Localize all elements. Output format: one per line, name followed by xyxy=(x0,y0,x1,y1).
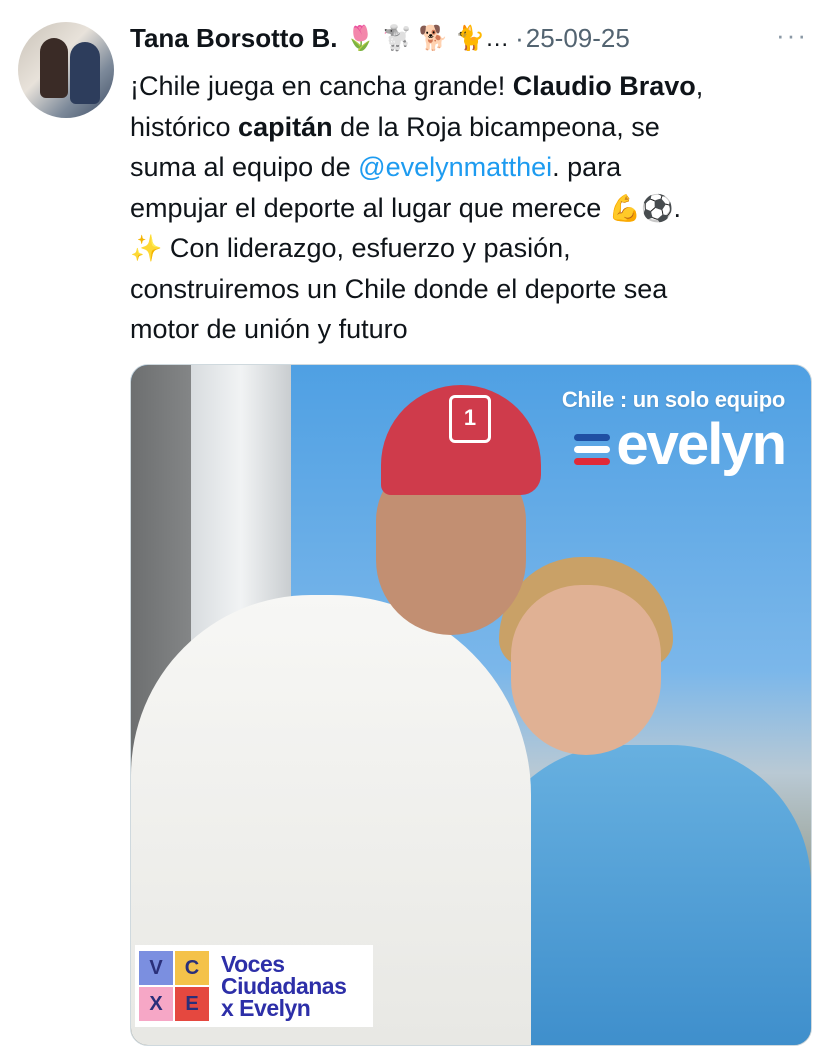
tweet-photo[interactable]: 1 Chile : un solo equipo evelyn V C X E … xyxy=(130,364,812,1046)
tweet-line: empujar el deporte al lugar que merece 💪… xyxy=(130,188,810,229)
campaign-brand: Chile : un solo equipo evelyn xyxy=(561,387,787,477)
sparkles-icon: ✨ xyxy=(130,233,163,263)
stripe xyxy=(574,457,611,465)
text-span: construiremos un Chile donde el deporte … xyxy=(130,273,668,304)
flag-stripes-icon xyxy=(574,433,611,465)
vce-letter: C xyxy=(175,951,209,985)
badge-line: Ciudadanas xyxy=(221,973,347,999)
badge-line: Voces xyxy=(221,951,285,977)
tweet-header: Tana Borsotto B. 🌷 🐩 🐕 🐈… · 25-09-25 ··· xyxy=(130,18,816,58)
bold-name: Claudio Bravo xyxy=(512,71,696,101)
more-options-icon[interactable]: ··· xyxy=(776,20,808,51)
author-display-name[interactable]: Tana Borsotto B. xyxy=(130,23,338,54)
tweet-body: ¡Chile juega en cancha grande! Claudio B… xyxy=(130,66,810,350)
avatar-figure xyxy=(40,38,68,98)
cap-logo: 1 xyxy=(449,395,491,443)
header-separator: · xyxy=(515,22,524,53)
mention-link[interactable]: @evelynmatthei xyxy=(358,152,552,182)
tweet-date[interactable]: 25-09-25 xyxy=(526,23,630,54)
badge-text: Voces Ciudadanas x Evelyn xyxy=(221,951,347,1021)
tweet: Tana Borsotto B. 🌷 🐩 🐕 🐈… · 25-09-25 ···… xyxy=(0,0,828,1049)
text-span: , xyxy=(695,71,704,101)
text-span: . xyxy=(673,192,682,223)
brand-wordmark: evelyn xyxy=(616,412,787,477)
bold-word: capitán xyxy=(238,111,333,142)
badge-line: x Evelyn xyxy=(221,995,311,1021)
flex-biceps-soccer-ball-icon: 💪⚽ xyxy=(608,192,674,223)
text-span: . para xyxy=(552,152,622,182)
voces-ciudadanas-badge: V C X E Voces Ciudadanas x Evelyn xyxy=(135,945,373,1027)
stripe xyxy=(574,445,611,453)
text-span: suma al equipo de xyxy=(130,152,359,182)
brand-logo: evelyn xyxy=(562,412,787,477)
vce-letter: X xyxy=(139,987,173,1021)
vce-logo-icon: V C X E xyxy=(139,951,209,1021)
stripe xyxy=(574,433,611,441)
text-span: ¡Chile juega en cancha grande! xyxy=(130,71,513,101)
avatar-figure xyxy=(70,42,100,104)
vce-letter: V xyxy=(139,951,173,985)
woman-face xyxy=(511,585,661,755)
text-span: histórico xyxy=(130,111,239,142)
text-span: Con liderazgo, esfuerzo y pasión, xyxy=(162,233,571,263)
tweet-line: suma al equipo de @evelynmatthei. para xyxy=(130,147,810,188)
text-span: motor de unión y futuro xyxy=(130,314,408,344)
author-name-emojis: 🌷 🐩 🐕 🐈… xyxy=(345,24,510,52)
tweet-line: ¡Chile juega en cancha grande! Claudio B… xyxy=(130,66,810,107)
tweet-line: construiremos un Chile donde el deporte … xyxy=(130,269,810,310)
tweet-line: histórico capitán de la Roja bicampeona,… xyxy=(130,107,810,148)
brand-tagline: Chile : un solo equipo xyxy=(561,387,785,412)
text-span: de la Roja bicampeona, se xyxy=(332,111,660,142)
vce-letter: E xyxy=(175,987,209,1021)
tweet-line: motor de unión y futuro xyxy=(130,309,810,350)
author-avatar[interactable] xyxy=(18,22,114,118)
tweet-line: ✨ Con liderazgo, esfuerzo y pasión, xyxy=(130,228,810,269)
text-span: empujar el deporte al lugar que merece xyxy=(130,192,609,223)
